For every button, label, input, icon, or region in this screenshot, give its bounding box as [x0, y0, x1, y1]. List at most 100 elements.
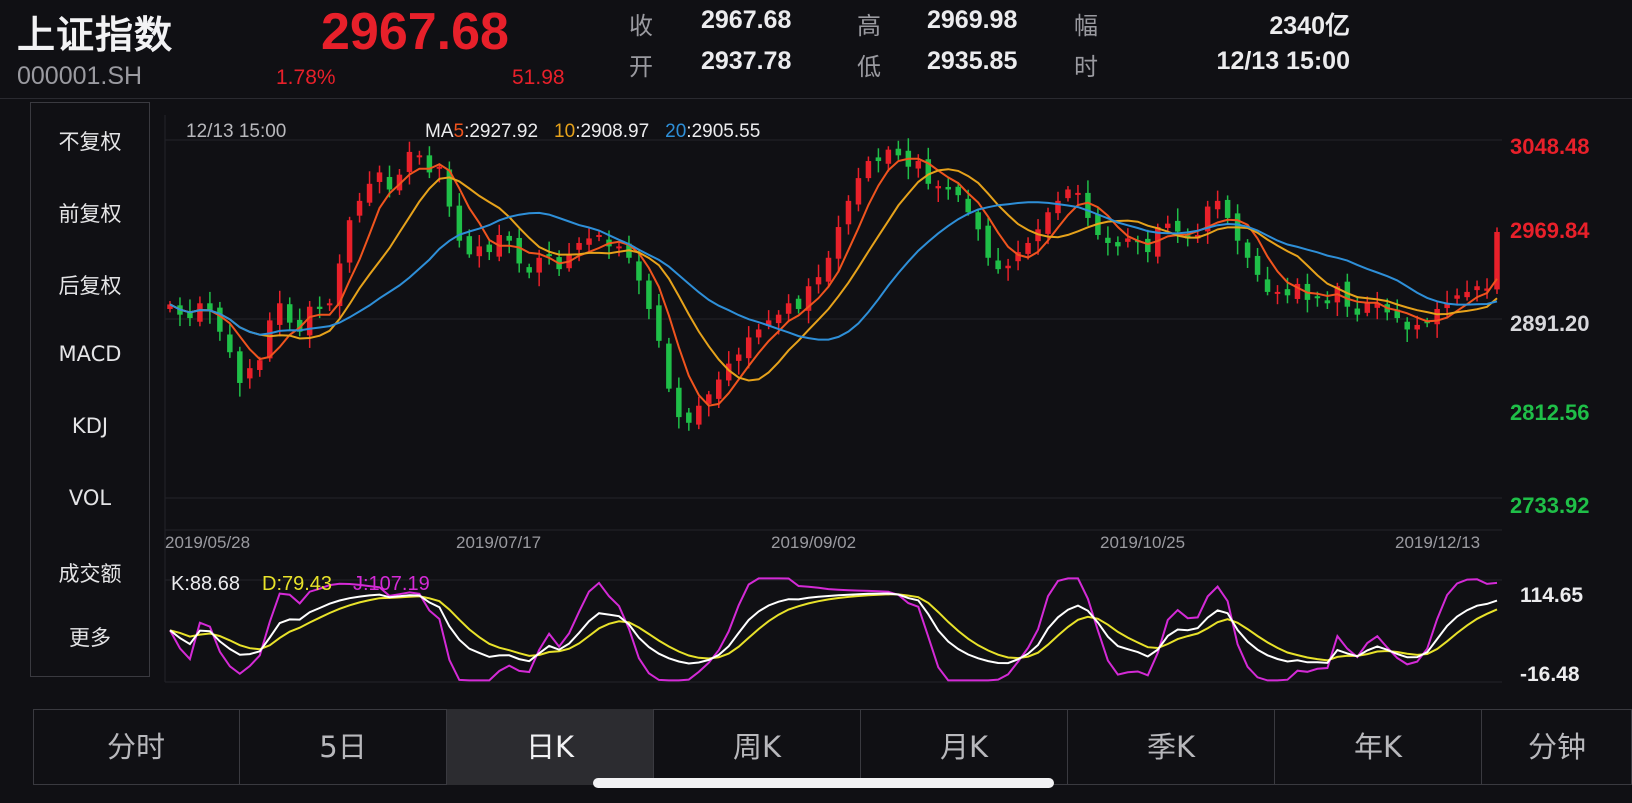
date-label-4: 2019/10/25: [1100, 533, 1185, 552]
candle-body: [935, 186, 942, 189]
candle-body: [197, 303, 203, 322]
kdj-k-value: K:88.68: [171, 573, 240, 595]
candle-body: [1414, 324, 1420, 330]
kdj-d-value: D:79.43: [262, 573, 332, 595]
candle-body: [965, 198, 971, 213]
candle-body: [825, 257, 832, 282]
kdj-tick-high: 114.65: [1520, 584, 1583, 607]
candle-body: [346, 220, 353, 263]
candle-body: [845, 200, 852, 225]
candle-body: [835, 227, 842, 259]
candle-body: [795, 298, 802, 309]
candle-body: [885, 149, 892, 164]
ma10-value: :2908.97: [575, 121, 649, 142]
candle-body: [286, 304, 293, 323]
date-label-2: 2019/07/17: [456, 533, 541, 552]
candle-body: [306, 306, 313, 336]
candle-body: [686, 412, 692, 423]
candle-body: [855, 178, 862, 205]
candle-body: [227, 334, 233, 353]
kdj-tick-low: -16.48: [1520, 663, 1580, 686]
tab-daily-k[interactable]: 日K: [447, 709, 654, 785]
candle-body: [895, 148, 902, 156]
candle-body: [1105, 237, 1111, 243]
candle-body: [1075, 192, 1081, 195]
candle-body: [1434, 308, 1440, 325]
price-tick-1: 3048.48: [1510, 134, 1590, 159]
candle-body: [1364, 303, 1371, 313]
candle-body: [546, 254, 552, 257]
candle-body: [217, 307, 223, 332]
ma5-value: :2927.92: [464, 121, 538, 142]
tab-yearly-k[interactable]: 年K: [1275, 709, 1482, 785]
candle-body: [636, 261, 642, 281]
tab-minute[interactable]: 分钟: [1482, 709, 1632, 785]
tab-quarterly-k[interactable]: 季K: [1068, 709, 1275, 785]
candle-body: [1264, 279, 1271, 292]
candle-body: [476, 246, 483, 257]
candle-body: [1145, 238, 1151, 253]
candle-body: [1354, 308, 1361, 315]
candle-body: [1244, 242, 1251, 258]
tab-monthly-k[interactable]: 月K: [861, 709, 1068, 785]
tab-5day[interactable]: 5日: [240, 709, 447, 785]
ma20-value: :2905.55: [686, 121, 760, 142]
candle-body: [1464, 291, 1470, 298]
date-label-5: 2019/12/13: [1395, 533, 1480, 552]
candle-body: [1254, 255, 1261, 275]
candle-body: [1005, 265, 1011, 269]
candle-body: [586, 238, 592, 245]
price-tick-4: 2812.56: [1510, 400, 1590, 425]
candle-body: [1214, 200, 1221, 210]
cursor-time: 12/13 15:00: [186, 121, 286, 142]
price-tick-5: 2733.92: [1510, 493, 1590, 518]
candle-body: [735, 354, 742, 361]
price-tick-2: 2969.84: [1510, 218, 1590, 243]
candle-body: [376, 172, 383, 182]
candle-body: [915, 161, 922, 169]
candle-body: [995, 260, 1001, 270]
tab-weekly-k[interactable]: 周K: [654, 709, 861, 785]
candle-body: [1314, 296, 1321, 299]
tab-timeshare[interactable]: 分时: [33, 709, 240, 785]
candle-body: [1324, 300, 1331, 304]
kline-chart[interactable]: 12/13 15:00 MA5:2927.92 10:2908.97 20:2905…: [0, 0, 1632, 700]
candle-body: [257, 360, 263, 370]
ma-legend: MA5:2927.92 10:2908.97 20:2905.55: [425, 121, 760, 142]
candle-body: [656, 305, 662, 341]
candle-body: [755, 329, 762, 338]
ma10-label: 10: [554, 121, 575, 142]
candle-body: [267, 320, 273, 359]
candle-body: [676, 387, 682, 418]
candle-body: [775, 314, 782, 324]
candle-body: [875, 157, 882, 162]
candle-body: [316, 306, 323, 309]
candle-body: [416, 155, 423, 158]
ma20-label: 20: [665, 121, 686, 142]
candle-body: [1025, 242, 1031, 254]
candle-body: [985, 225, 991, 258]
ma-prefix: MA: [425, 121, 454, 142]
candle-body: [865, 161, 872, 179]
candle-body: [466, 236, 473, 255]
candle-body: [576, 242, 582, 250]
candle-body: [426, 155, 433, 173]
candle-body: [237, 351, 243, 383]
candle-body: [785, 303, 792, 314]
home-indicator[interactable]: [593, 778, 1054, 788]
candle-body: [386, 176, 393, 190]
candle-body: [1274, 291, 1281, 294]
chart-grid: [164, 115, 1502, 683]
price-tick-3: 2891.20: [1510, 311, 1590, 336]
kdj-j-value: J:107.19: [353, 573, 430, 595]
candle-body: [1055, 200, 1061, 214]
candle-body: [436, 166, 443, 169]
candle-body: [596, 235, 602, 238]
kdj-d-line: [169, 593, 1498, 662]
date-label-3: 2019/09/02: [771, 533, 856, 552]
candle-body: [1174, 220, 1181, 232]
candle-body: [1474, 286, 1480, 291]
candle-body: [516, 237, 522, 264]
candle-body: [326, 303, 333, 306]
candle-body: [1454, 295, 1460, 299]
